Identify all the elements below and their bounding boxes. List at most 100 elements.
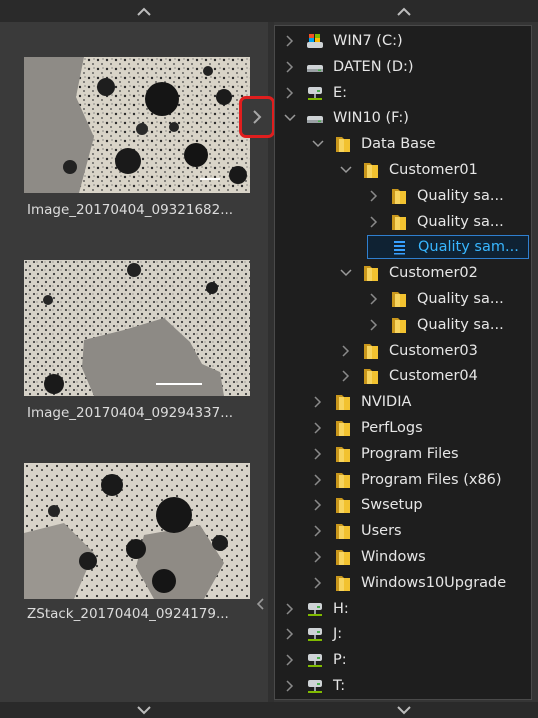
- tree-item-label: Users: [361, 523, 402, 540]
- chevron-right-icon[interactable]: [367, 292, 381, 306]
- tree-item[interactable]: Quality sa...: [367, 184, 504, 208]
- tree-scroll-up-icon[interactable]: [392, 4, 416, 18]
- thumbnail-label: ZStack_20170404_0924179...: [27, 606, 229, 622]
- expand-panel-button[interactable]: [239, 96, 275, 138]
- tree-item[interactable]: Quality sa...: [367, 210, 504, 234]
- tree-item[interactable]: Customer04: [339, 364, 478, 388]
- tree-item-label: WIN10 (F:): [333, 110, 409, 127]
- folder-icon: [333, 522, 353, 540]
- chevron-right-icon[interactable]: [311, 395, 325, 409]
- drive-icon: [305, 58, 325, 76]
- folder-icon: [389, 316, 409, 334]
- tree-item[interactable]: Data Base: [311, 132, 436, 156]
- micrograph-image-3: [24, 463, 250, 599]
- folder-icon: [333, 471, 353, 489]
- folder-icon: [333, 393, 353, 411]
- thumbnails-scroll-up-icon[interactable]: [132, 4, 156, 18]
- database-file-icon: [390, 238, 410, 256]
- chevron-right-icon[interactable]: [311, 421, 325, 435]
- tree-item[interactable]: Customer02: [339, 261, 478, 285]
- tree-item-label: DATEN (D:): [333, 58, 414, 75]
- tree-item[interactable]: J:: [283, 622, 342, 646]
- chevron-right-icon[interactable]: [367, 189, 381, 203]
- tree-item-label: P:: [333, 652, 347, 669]
- tree-item[interactable]: Customer03: [339, 339, 478, 363]
- chevron-right-icon[interactable]: [339, 369, 353, 383]
- tree-item-label: Quality sa...: [417, 291, 504, 307]
- tree-item[interactable]: Customer01: [339, 158, 478, 182]
- chevron-right-icon[interactable]: [311, 550, 325, 564]
- tree-item[interactable]: Program Files: [311, 442, 459, 466]
- folder-icon: [361, 161, 381, 179]
- chevron-right-icon[interactable]: [283, 60, 297, 74]
- tree-item[interactable]: PerfLogs: [311, 416, 423, 440]
- tree-item-label: PerfLogs: [361, 420, 423, 436]
- tree-item[interactable]: H:: [283, 597, 349, 621]
- chevron-down-icon[interactable]: [339, 163, 353, 177]
- chevron-down-icon[interactable]: [283, 111, 297, 125]
- tree-scroll-down-icon[interactable]: [392, 703, 416, 717]
- chevron-right-icon[interactable]: [283, 34, 297, 48]
- tree-item[interactable]: WIN7 (C:): [283, 29, 403, 53]
- tree-item[interactable]: Quality sa...: [367, 313, 504, 337]
- chevron-right-icon[interactable]: [311, 447, 325, 461]
- folder-icon: [333, 419, 353, 437]
- tree-item-label: Windows: [361, 549, 426, 565]
- tree-item[interactable]: E:: [283, 81, 347, 105]
- chevron-right-icon[interactable]: [339, 344, 353, 358]
- tree-item[interactable]: Users: [311, 519, 402, 543]
- thumbnails-scroll-down-icon[interactable]: [132, 703, 156, 717]
- chevron-right-icon[interactable]: [367, 215, 381, 229]
- drive-network-icon: [305, 625, 325, 643]
- folder-icon: [333, 496, 353, 514]
- tree-item-label: H:: [333, 600, 349, 617]
- drive-network-icon: [305, 651, 325, 669]
- folder-icon: [389, 187, 409, 205]
- tree-item-label: E:: [333, 84, 348, 101]
- folder-icon: [333, 574, 353, 592]
- chevron-right-icon[interactable]: [311, 524, 325, 538]
- tree-item-selected[interactable]: Quality sam...: [367, 235, 529, 260]
- tree-item[interactable]: Program Files (x86): [311, 468, 502, 492]
- chevron-right-icon[interactable]: [311, 473, 325, 487]
- tree-item[interactable]: NVIDIA: [311, 390, 411, 414]
- chevron-right-icon[interactable]: [283, 679, 297, 693]
- bottom-scroll-bar: [0, 702, 538, 718]
- chevron-right-icon[interactable]: [311, 498, 325, 512]
- tree-item-label: Customer02: [389, 265, 478, 282]
- folder-tree: WIN7 (C:) DATEN (D:) E: WIN10 (F:) Data Base…: [274, 25, 532, 700]
- thumbnail-image[interactable]: [24, 463, 250, 599]
- tree-item[interactable]: Windows10Upgrade: [311, 571, 506, 595]
- chevron-right-icon[interactable]: [367, 318, 381, 332]
- chevron-right-icon[interactable]: [283, 86, 297, 100]
- folder-icon: [361, 342, 381, 360]
- tree-item[interactable]: DATEN (D:): [283, 55, 414, 79]
- tree-item-label: Customer01: [389, 162, 478, 178]
- chevron-right-icon[interactable]: [283, 627, 297, 641]
- tree-item[interactable]: WIN10 (F:): [283, 106, 409, 130]
- chevron-right-icon[interactable]: [283, 653, 297, 667]
- thumbnail-image[interactable]: [24, 260, 250, 396]
- chevron-right-icon[interactable]: [311, 576, 325, 590]
- tree-item[interactable]: Windows: [311, 545, 426, 569]
- folder-icon: [333, 548, 353, 566]
- thumbnail-image[interactable]: [24, 57, 250, 193]
- folder-icon: [361, 367, 381, 385]
- tree-item[interactable]: T:: [283, 674, 345, 698]
- chevron-right-icon[interactable]: [283, 602, 297, 616]
- tree-item-label: Quality sa...: [417, 316, 504, 333]
- tree-item-label: J:: [333, 626, 343, 643]
- micrograph-image-1: [24, 57, 250, 193]
- tree-item[interactable]: Quality sa...: [367, 287, 504, 311]
- tree-item[interactable]: Swsetup: [311, 493, 423, 517]
- tree-item[interactable]: P:: [283, 648, 347, 672]
- tree-item-label: WIN7 (C:): [333, 33, 403, 49]
- tree-item-label: Swsetup: [361, 497, 423, 514]
- chevron-down-icon[interactable]: [311, 137, 325, 151]
- collapse-panel-icon[interactable]: [252, 597, 268, 611]
- thumbnail-label: Image_20170404_09294337...: [27, 405, 234, 421]
- chevron-down-icon[interactable]: [339, 266, 353, 280]
- tree-item-label: Program Files (x86): [361, 471, 502, 488]
- tree-item-label: T:: [333, 678, 346, 694]
